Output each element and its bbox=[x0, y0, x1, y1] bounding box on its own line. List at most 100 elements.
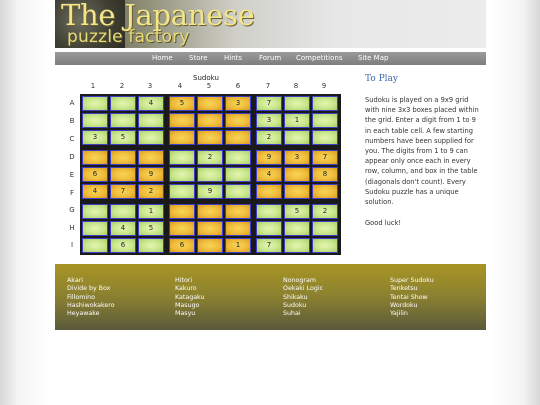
sudoku-cell[interactable] bbox=[82, 204, 108, 219]
sudoku-cell[interactable] bbox=[225, 221, 251, 236]
sudoku-cell[interactable] bbox=[197, 167, 223, 182]
sudoku-cell[interactable] bbox=[82, 113, 108, 128]
sudoku-cell[interactable] bbox=[284, 96, 310, 111]
sudoku-cell[interactable]: 5 bbox=[169, 96, 195, 111]
sudoku-cell[interactable] bbox=[169, 204, 195, 219]
nav-forum-link[interactable]: Forum bbox=[259, 54, 281, 62]
sudoku-cell[interactable]: 3 bbox=[284, 150, 310, 165]
sudoku-cell[interactable]: 7 bbox=[110, 184, 136, 199]
sudoku-cell[interactable] bbox=[82, 96, 108, 111]
sudoku-cell[interactable] bbox=[284, 184, 310, 199]
sudoku-cell[interactable] bbox=[197, 221, 223, 236]
footer-puzzle-link[interactable]: Hitori bbox=[175, 277, 192, 284]
footer-puzzle-link[interactable]: Suhai bbox=[283, 310, 301, 317]
sudoku-cell[interactable]: 9 bbox=[197, 184, 223, 199]
sudoku-cell[interactable]: 4 bbox=[82, 184, 108, 199]
footer-puzzle-link[interactable]: Nonogram bbox=[283, 277, 316, 284]
sudoku-cell[interactable] bbox=[82, 150, 108, 165]
sudoku-cell[interactable] bbox=[312, 238, 338, 253]
sudoku-cell[interactable]: 5 bbox=[138, 221, 164, 236]
sudoku-cell[interactable] bbox=[110, 150, 136, 165]
sudoku-cell[interactable] bbox=[138, 150, 164, 165]
sudoku-cell[interactable] bbox=[225, 184, 251, 199]
nav-competitions-link[interactable]: Competitions bbox=[296, 54, 342, 62]
sudoku-cell[interactable] bbox=[197, 204, 223, 219]
sudoku-cell[interactable]: 1 bbox=[138, 204, 164, 219]
sudoku-cell[interactable] bbox=[169, 113, 195, 128]
sudoku-cell[interactable]: 9 bbox=[138, 167, 164, 182]
sudoku-cell[interactable] bbox=[169, 184, 195, 199]
sudoku-cell[interactable]: 3 bbox=[82, 130, 108, 145]
sudoku-cell[interactable]: 3 bbox=[256, 113, 282, 128]
footer-puzzle-link[interactable]: Tentai Show bbox=[390, 294, 428, 301]
sudoku-cell[interactable]: 3 bbox=[225, 96, 251, 111]
sudoku-cell[interactable] bbox=[225, 167, 251, 182]
footer-puzzle-link[interactable]: Kakuro bbox=[175, 285, 197, 292]
sudoku-cell[interactable]: 4 bbox=[256, 167, 282, 182]
sudoku-cell[interactable]: 4 bbox=[110, 221, 136, 236]
sudoku-cell[interactable]: 5 bbox=[284, 204, 310, 219]
sudoku-cell[interactable] bbox=[110, 167, 136, 182]
sudoku-cell[interactable]: 8 bbox=[312, 167, 338, 182]
sudoku-cell[interactable] bbox=[110, 113, 136, 128]
footer-puzzle-link[interactable]: Sudoku bbox=[283, 302, 306, 309]
sudoku-cell[interactable] bbox=[225, 113, 251, 128]
sudoku-cell[interactable]: 1 bbox=[284, 113, 310, 128]
footer-puzzle-link[interactable]: Heyawake bbox=[67, 310, 100, 317]
sudoku-cell[interactable]: 7 bbox=[312, 150, 338, 165]
sudoku-cell[interactable]: 2 bbox=[256, 130, 282, 145]
nav-store-link[interactable]: Store bbox=[189, 54, 208, 62]
sudoku-cell[interactable] bbox=[197, 96, 223, 111]
sudoku-cell[interactable]: 6 bbox=[110, 238, 136, 253]
footer-puzzle-link[interactable]: Katagaku bbox=[175, 294, 205, 301]
sudoku-cell[interactable] bbox=[256, 204, 282, 219]
sudoku-cell[interactable] bbox=[197, 113, 223, 128]
sudoku-cell[interactable] bbox=[284, 167, 310, 182]
sudoku-cell[interactable]: 2 bbox=[138, 184, 164, 199]
sudoku-cell[interactable]: 7 bbox=[256, 96, 282, 111]
sudoku-cell[interactable]: 7 bbox=[256, 238, 282, 253]
sudoku-cell[interactable] bbox=[312, 96, 338, 111]
sudoku-cell[interactable] bbox=[169, 167, 195, 182]
sudoku-cell[interactable] bbox=[169, 150, 195, 165]
sudoku-cell[interactable] bbox=[312, 221, 338, 236]
sudoku-cell[interactable] bbox=[312, 184, 338, 199]
sudoku-cell[interactable] bbox=[197, 130, 223, 145]
sudoku-cell[interactable] bbox=[256, 221, 282, 236]
sudoku-cell[interactable] bbox=[312, 130, 338, 145]
sudoku-cell[interactable] bbox=[169, 221, 195, 236]
footer-puzzle-link[interactable]: Fillomino bbox=[67, 294, 95, 301]
footer-puzzle-link[interactable]: Masyu bbox=[175, 310, 195, 317]
sudoku-cell[interactable] bbox=[169, 130, 195, 145]
footer-puzzle-link[interactable]: Hashiwokakero bbox=[67, 302, 115, 309]
footer-puzzle-link[interactable]: Super Sudoku bbox=[390, 277, 434, 284]
footer-puzzle-link[interactable]: Yajilin bbox=[390, 310, 408, 317]
sudoku-cell[interactable] bbox=[82, 238, 108, 253]
sudoku-cell[interactable] bbox=[225, 130, 251, 145]
sudoku-cell[interactable] bbox=[256, 184, 282, 199]
footer-puzzle-link[interactable]: Akari bbox=[67, 277, 83, 284]
sudoku-cell[interactable] bbox=[284, 238, 310, 253]
nav-sitemap-link[interactable]: Site Map bbox=[358, 54, 388, 62]
sudoku-cell[interactable] bbox=[110, 204, 136, 219]
sudoku-cell[interactable]: 2 bbox=[197, 150, 223, 165]
sudoku-cell[interactable]: 6 bbox=[169, 238, 195, 253]
footer-puzzle-link[interactable]: Oekaki Logic bbox=[283, 285, 323, 292]
sudoku-cell[interactable]: 5 bbox=[110, 130, 136, 145]
sudoku-cell[interactable] bbox=[225, 204, 251, 219]
sudoku-cell[interactable] bbox=[197, 238, 223, 253]
logo-subtitle[interactable]: puzzle factory bbox=[67, 27, 190, 47]
sudoku-cell[interactable] bbox=[284, 221, 310, 236]
sudoku-cell[interactable] bbox=[284, 130, 310, 145]
sudoku-cell[interactable] bbox=[110, 96, 136, 111]
sudoku-cell[interactable] bbox=[138, 130, 164, 145]
sudoku-cell[interactable] bbox=[82, 221, 108, 236]
sudoku-cell[interactable] bbox=[138, 238, 164, 253]
sudoku-cell[interactable]: 1 bbox=[225, 238, 251, 253]
sudoku-cell[interactable] bbox=[225, 150, 251, 165]
sudoku-cell[interactable] bbox=[138, 113, 164, 128]
sudoku-cell[interactable]: 9 bbox=[256, 150, 282, 165]
nav-home-link[interactable]: Home bbox=[152, 54, 173, 62]
sudoku-cell[interactable]: 2 bbox=[312, 204, 338, 219]
sudoku-cell[interactable] bbox=[312, 113, 338, 128]
